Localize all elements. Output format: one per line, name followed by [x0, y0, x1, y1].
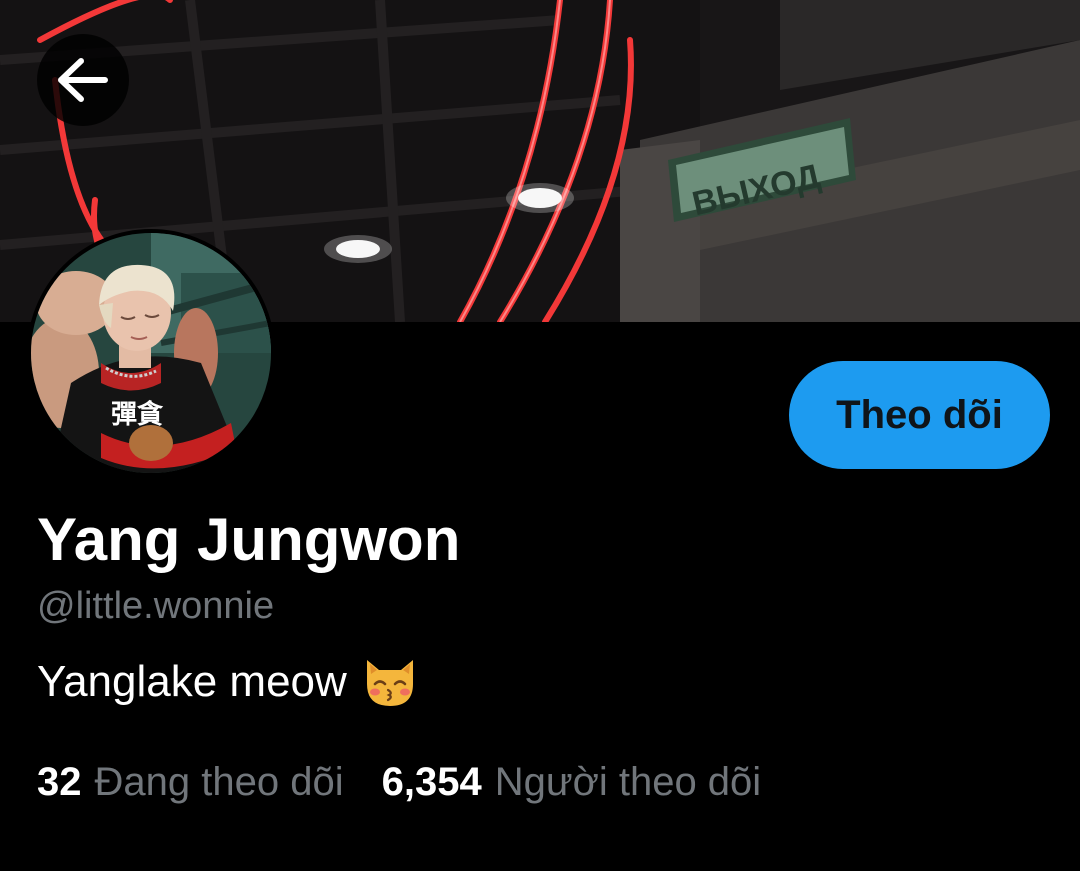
- svg-text:彈貪: 彈貪: [111, 399, 164, 430]
- followers-label: Người theo dõi: [494, 760, 762, 804]
- followers-count: 6,354: [381, 760, 482, 804]
- avatar[interactable]: 彈貪: [27, 229, 275, 477]
- avatar-image: 彈貪: [31, 233, 271, 473]
- kissing-cat-emoji-icon: [361, 654, 419, 710]
- username-handle: @little.wonnie: [37, 585, 275, 627]
- following-count: 32: [37, 760, 82, 804]
- arrow-left-icon: [58, 58, 108, 102]
- back-button[interactable]: [37, 34, 129, 126]
- follow-stats: 32 Đang theo dõi 6,354 Người theo dõi: [37, 757, 761, 807]
- display-name: Yang Jungwon: [37, 506, 461, 573]
- follow-button[interactable]: Theo dõi: [789, 361, 1050, 469]
- following-stat[interactable]: 32 Đang theo dõi: [37, 757, 344, 807]
- profile-bio: Yanglake meow: [37, 654, 419, 710]
- following-label: Đang theo dõi: [94, 760, 344, 804]
- bio-text: Yanglake meow: [37, 657, 347, 706]
- followers-stat[interactable]: 6,354 Người theo dõi: [382, 757, 762, 807]
